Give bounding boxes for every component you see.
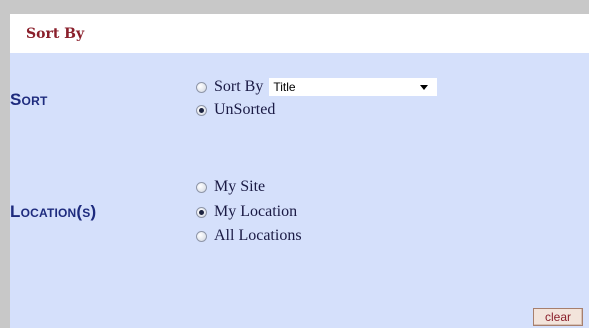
all-locations-label: All Locations bbox=[214, 227, 302, 244]
radio-unchecked-icon[interactable] bbox=[196, 81, 207, 93]
unsorted-option[interactable]: UnSorted bbox=[196, 100, 275, 120]
all-locations-option[interactable]: All Locations bbox=[196, 226, 302, 246]
sort-panel: Sort By Sort Sort By Title UnSorted Loca… bbox=[10, 14, 589, 328]
sort-section-label: Sort bbox=[10, 90, 48, 109]
clear-button[interactable]: clear bbox=[533, 308, 583, 326]
radio-unchecked-icon[interactable] bbox=[196, 181, 207, 193]
radio-checked-icon[interactable] bbox=[196, 206, 207, 218]
my-location-label: My Location bbox=[214, 203, 298, 220]
my-location-option[interactable]: My Location bbox=[196, 202, 297, 222]
location-section-label: Location(s) bbox=[10, 202, 97, 221]
sort-field-value: Title bbox=[273, 80, 296, 94]
panel-title: Sort By bbox=[26, 26, 85, 42]
panel-header: Sort By bbox=[10, 14, 589, 53]
unsorted-label: UnSorted bbox=[214, 101, 276, 118]
my-site-label: My Site bbox=[214, 178, 266, 195]
chevron-down-icon[interactable] bbox=[420, 84, 429, 90]
sort-by-label: Sort By bbox=[214, 78, 264, 95]
my-site-option[interactable]: My Site bbox=[196, 177, 265, 197]
sort-by-option[interactable]: Sort By Title bbox=[196, 77, 438, 97]
radio-checked-icon[interactable] bbox=[196, 104, 207, 116]
radio-unchecked-icon[interactable] bbox=[196, 230, 207, 242]
sort-field-select[interactable]: Title bbox=[269, 78, 438, 96]
